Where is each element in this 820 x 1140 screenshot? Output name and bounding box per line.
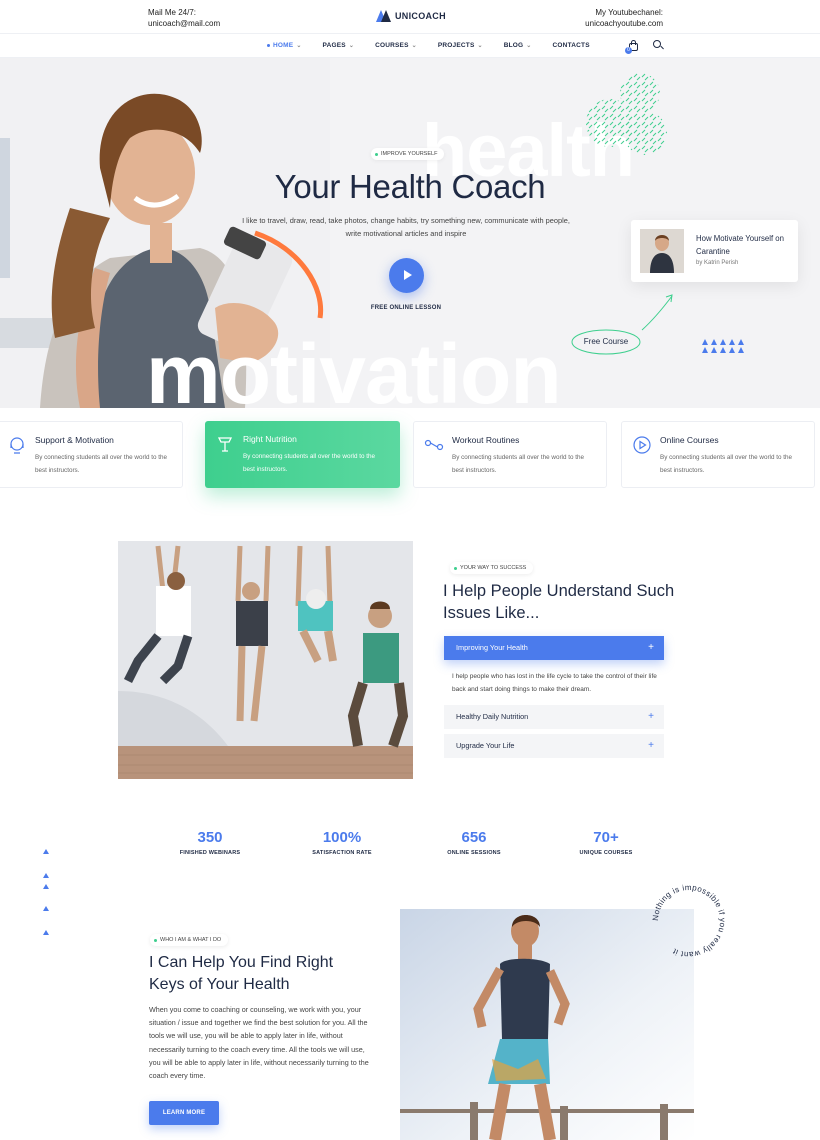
accordion-label: Healthy Daily Nutrition (456, 712, 529, 721)
group-workout-photo (118, 541, 413, 779)
stat-label: UNIQUE COURSES (579, 850, 633, 856)
learn-more-button[interactable]: LEARN MORE (149, 1101, 219, 1125)
nav-label: PROJECTS (437, 42, 475, 49)
stat-value: 70+ (593, 829, 619, 846)
hero-section: health IMPROVE YOURSELF Your Health Coac… (0, 58, 820, 408)
feature-title: Right Nutrition (243, 434, 297, 444)
nav-label: PAGES (322, 42, 346, 49)
hero-bg-word-motivation: motivation (146, 327, 562, 408)
feature-desc: By connecting students all over the worl… (452, 454, 584, 474)
stat-sessions: 656 ONLINE SESSIONS (414, 829, 534, 856)
nutrition-icon (217, 437, 233, 452)
chevron-down-icon: ⌄ (348, 43, 355, 49)
chevron-down-icon: ⌄ (296, 43, 302, 49)
triangle-decoration (43, 884, 49, 889)
feature-desc: By connecting students all over the worl… (243, 453, 375, 473)
nav-item-blog[interactable]: BLOG ⌄ (504, 42, 532, 49)
stat-satisfaction: 100% SATISFACTION RATE (282, 829, 402, 856)
who-tag: WHO I AM & WHAT I DO (150, 934, 229, 946)
accordion-item-health[interactable]: Improving Your Health + (444, 636, 664, 660)
free-course-label[interactable]: Free Course (571, 330, 641, 354)
triangle-decoration (43, 873, 49, 878)
cart-icon[interactable]: 0 (625, 40, 639, 54)
cart-count: 0 (625, 47, 632, 54)
hero-lead: I like to travel, draw, read, take photo… (242, 216, 570, 238)
hero-tag: IMPROVE YOURSELF (371, 148, 445, 160)
mail-label: Mail Me 24/7: (148, 8, 197, 17)
nav-item-contacts[interactable]: CONTACTS (553, 42, 590, 49)
post-author: by Katrin Perish (696, 260, 739, 266)
triangle-decoration (43, 930, 49, 935)
feature-title: Support & Motivation (35, 435, 114, 445)
who-text: When you come to coaching or counseling,… (149, 1005, 369, 1081)
stat-value: 350 (197, 829, 223, 846)
play-button[interactable] (389, 258, 424, 293)
stat-courses: 70+ UNIQUE COURSES (546, 829, 666, 856)
play-icon (633, 436, 651, 454)
circular-quote-text: Nothing is impossible if you really want… (651, 883, 727, 959)
nav-item-courses[interactable]: COURSES ⌄ (375, 42, 417, 49)
top-bar: Mail Me 24/7: unicoach@mail.com UNICOACH… (0, 0, 820, 34)
accordion-label: Improving Your Health (456, 643, 528, 652)
search-icon[interactable] (653, 40, 664, 50)
featured-post-card[interactable]: How Motivate Yourself on Carantine by Ka… (631, 220, 798, 282)
logo[interactable]: UNICOACH (376, 10, 446, 22)
triangle-decoration (43, 906, 49, 911)
free-lesson-label: FREE ONLINE LESSON (370, 305, 442, 311)
who-title: I Can Help You Find Right Keys of Your H… (149, 954, 334, 993)
help-tag: YOUR WAY TO SUCCESS (450, 562, 534, 574)
active-dot-icon (267, 44, 270, 47)
accordion-label: Upgrade Your Life (456, 741, 515, 750)
plus-icon: + (648, 642, 654, 653)
feature-title: Online Courses (660, 435, 719, 445)
youtube-link[interactable]: unicoachyoutube.com (585, 18, 663, 29)
chevron-down-icon: ⌄ (526, 43, 532, 49)
feature-card-workout[interactable]: Workout Routines By connecting students … (413, 421, 607, 488)
contact-mail: Mail Me 24/7: unicoach@mail.com (148, 7, 220, 29)
nav-label: CONTACTS (552, 42, 590, 49)
feature-desc: By connecting students all over the worl… (35, 454, 167, 474)
feature-card-support[interactable]: Support & Motivation By connecting stude… (0, 421, 183, 488)
post-thumbnail (640, 229, 684, 273)
hero-title: Your Health Coach (274, 168, 546, 205)
accordion-body: I help people who has lost in the life c… (452, 673, 657, 693)
stat-label: SATISFACTION RATE (312, 850, 372, 856)
nav-label: BLOG (503, 42, 524, 49)
triangle-decoration (43, 849, 49, 854)
logo-mark-icon (376, 10, 391, 22)
feature-desc: By connecting students all over the worl… (660, 454, 792, 474)
plus-icon: + (648, 711, 654, 722)
support-icon (10, 437, 24, 454)
main-nav: HOME ⌄ PAGES ⌄ COURSES ⌄ PROJECTS ⌄ BLOG ⌄ CO… (0, 34, 820, 58)
stat-webinars: 350 FINISHED WEBINARS (150, 829, 270, 856)
accordion-item-upgrade[interactable]: Upgrade Your Life + (444, 734, 664, 758)
help-title: I Help People Understand Such Issues Lik… (443, 582, 675, 622)
logo-text: UNICOACH (395, 11, 446, 21)
chevron-down-icon: ⌄ (411, 43, 417, 49)
stat-value: 656 (461, 829, 487, 846)
feature-card-nutrition[interactable]: Right Nutrition By connecting students a… (205, 421, 400, 488)
nav-label: COURSES (375, 42, 409, 49)
nav-item-pages[interactable]: PAGES ⌄ (323, 42, 355, 49)
feature-card-courses[interactable]: Online Courses By connecting students al… (621, 421, 815, 488)
workout-icon (424, 439, 444, 451)
plus-icon: + (648, 740, 654, 751)
chevron-down-icon: ⌄ (477, 43, 483, 49)
accordion-item-nutrition[interactable]: Healthy Daily Nutrition + (444, 705, 664, 729)
svg-text:Nothing is impossible if you r: Nothing is impossible if you really want… (651, 883, 727, 959)
mail-link[interactable]: unicoach@mail.com (148, 18, 220, 29)
nav-item-home[interactable]: HOME ⌄ (267, 42, 302, 49)
nav-item-projects[interactable]: PROJECTS ⌄ (438, 42, 483, 49)
stat-label: FINISHED WEBINARS (179, 850, 241, 856)
feature-title: Workout Routines (452, 435, 520, 445)
stat-value: 100% (322, 829, 362, 846)
contact-youtube: My Youtubechanel: unicoachyoutube.com (585, 7, 663, 29)
triangle-decoration (702, 339, 744, 353)
youtube-label: My Youtubechanel: (595, 8, 663, 17)
post-title: How Motivate Yourself on Carantine (696, 234, 784, 256)
decorative-pattern (586, 73, 667, 155)
stat-label: ONLINE SESSIONS (447, 850, 501, 856)
nav-label: HOME (273, 42, 294, 49)
